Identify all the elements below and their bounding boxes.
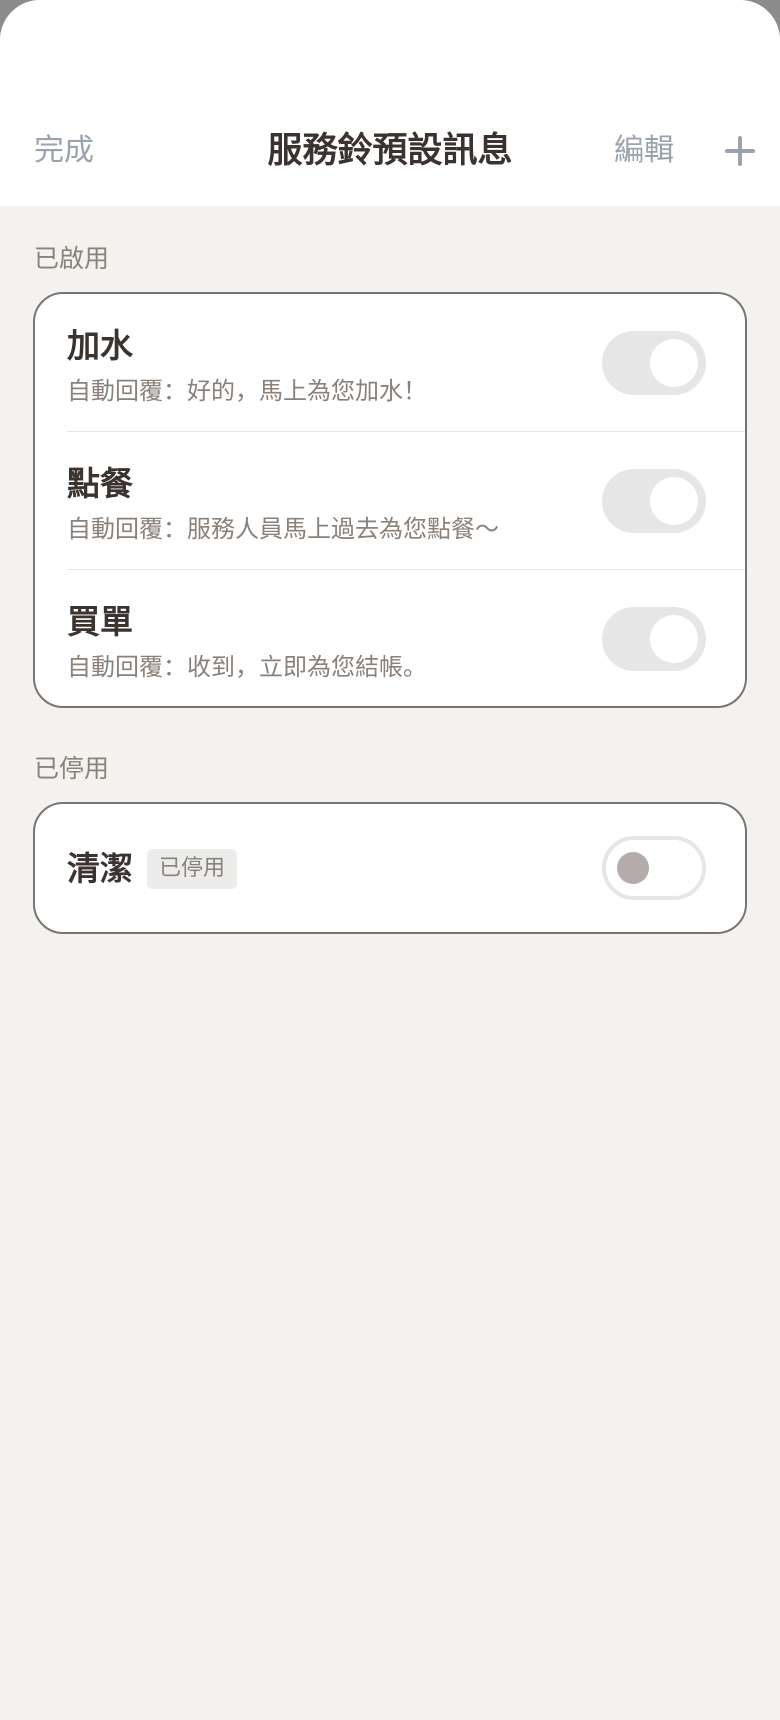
toggle-switch-bill[interactable] <box>602 607 706 671</box>
edit-button[interactable]: 編輯 <box>614 128 674 174</box>
enabled-section-title: 已啟用 <box>34 244 110 273</box>
message-title: 清潔 <box>67 849 133 888</box>
plus-icon[interactable] <box>725 136 755 166</box>
toggle-knob <box>617 852 649 884</box>
toggle-knob <box>650 615 698 663</box>
toggle-knob <box>650 477 698 525</box>
toggle-knob <box>650 339 698 387</box>
header: 完成 服務鈴預設訊息 編輯 <box>0 0 780 206</box>
disabled-section-title: 已停用 <box>34 754 110 783</box>
message-reply: 自動回覆：服務人員馬上過去為您點餐～ <box>67 515 499 543</box>
status-badge: 已停用 <box>147 849 238 889</box>
message-title: 買單 <box>67 602 133 641</box>
disabled-messages-card: 清潔 已停用 <box>33 802 747 934</box>
toggle-switch-water[interactable] <box>602 331 706 395</box>
message-row-cleaning[interactable]: 清潔 已停用 <box>35 804 745 932</box>
message-reply: 自動回覆：好的，馬上為您加水！ <box>67 377 427 405</box>
toggle-switch-cleaning[interactable] <box>602 836 706 900</box>
message-title: 點餐 <box>67 464 133 503</box>
message-row-water[interactable]: 加水 自動回覆：好的，馬上為您加水！ <box>35 294 745 432</box>
message-settings-sheet: 完成 服務鈴預設訊息 編輯 已啟用 加水 自動回覆：好的，馬上為您加水！ 點餐 … <box>0 0 780 1720</box>
message-reply: 自動回覆：收到，立即為您結帳。 <box>67 653 427 681</box>
message-title: 加水 <box>67 326 133 365</box>
enabled-messages-card: 加水 自動回覆：好的，馬上為您加水！ 點餐 自動回覆：服務人員馬上過去為您點餐～… <box>33 292 747 708</box>
message-row-bill[interactable]: 買單 自動回覆：收到，立即為您結帳。 <box>35 570 745 706</box>
toggle-switch-order[interactable] <box>602 469 706 533</box>
message-row-order[interactable]: 點餐 自動回覆：服務人員馬上過去為您點餐～ <box>35 432 745 570</box>
